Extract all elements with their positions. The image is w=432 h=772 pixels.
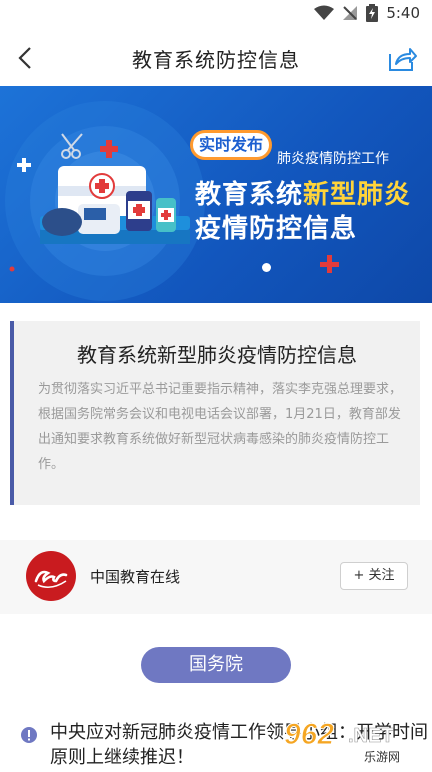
source-row[interactable]: 中国教育在线 + 关注 xyxy=(0,540,432,614)
svg-text:962: 962 xyxy=(284,718,334,751)
intro-card: 教育系统新型肺炎疫情防控信息 为贯彻落实习近平总书记重要指示精神，落实李克强总理… xyxy=(10,321,420,505)
no-signal-icon xyxy=(343,6,358,20)
page-title: 教育系统防控信息 xyxy=(132,48,300,72)
banner-headline: 教育系统新型肺炎 xyxy=(195,174,411,211)
section-label[interactable]: 国务院 xyxy=(141,647,291,683)
source-name[interactable]: 中国教育在线 xyxy=(90,566,180,587)
watermark-logo: 962 .NET 乐游网 xyxy=(274,712,424,768)
headline-accent: 新型肺炎 xyxy=(303,180,412,210)
follow-button[interactable]: + 关注 xyxy=(340,562,408,590)
headline-part1: 教育系统 xyxy=(195,180,304,210)
svg-text:.NET: .NET xyxy=(348,725,394,747)
banner-headline-line2: 疫情防控信息 xyxy=(195,214,358,244)
banner[interactable]: 实时发布 肺炎疫情防控工作 教育系统新型肺炎 疫情防控信息 xyxy=(0,86,432,303)
intro-title: 教育系统新型肺炎疫情防控信息 xyxy=(77,343,357,367)
carousel-indicator[interactable] xyxy=(262,263,271,272)
source-avatar[interactable] xyxy=(26,551,76,601)
banner-subtitle: 肺炎疫情防控工作 xyxy=(277,151,389,167)
app-header: 教育系统防控信息 xyxy=(0,30,432,86)
watermark-logo-icon: 962 .NET 乐游网 xyxy=(284,718,420,764)
intro-body: 为贯彻落实习近平总书记重要指示精神，落实李克强总理要求，根据国务院常务会议和电视… xyxy=(38,382,403,472)
share-icon xyxy=(389,48,417,71)
status-bar: 5:40 xyxy=(0,0,432,30)
share-button[interactable] xyxy=(386,42,418,74)
live-badge: 实时发布 xyxy=(190,130,272,160)
alert-icon xyxy=(21,727,37,743)
battery-icon xyxy=(366,4,379,22)
svg-text:乐游网: 乐游网 xyxy=(364,750,400,764)
wifi-icon xyxy=(314,5,335,20)
eol-logo-icon xyxy=(34,570,68,589)
status-time: 5:40 xyxy=(386,4,420,22)
